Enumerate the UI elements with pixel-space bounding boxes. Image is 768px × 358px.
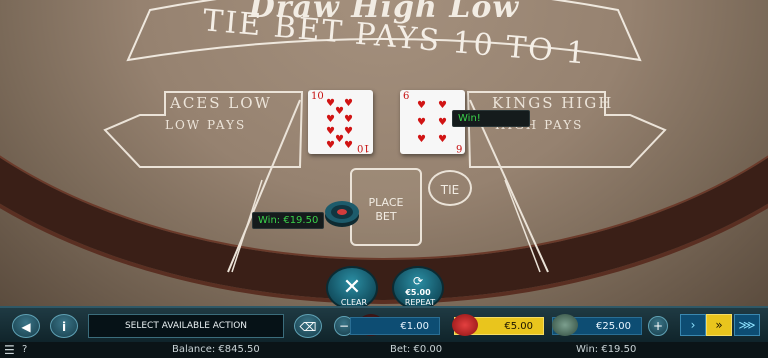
card-win-tag: Win! <box>452 110 530 127</box>
repeat-value: €5.00 <box>405 288 431 297</box>
heart-pip-icon: ♥ <box>326 140 335 151</box>
status-bar: ☰ ? Balance: €845.50 Bet: €0.00 Win: €19… <box>0 342 768 358</box>
left-zone-heading: ACES LOW <box>170 94 272 112</box>
deal-next-button[interactable]: › <box>680 314 706 336</box>
help-icon[interactable]: ? <box>22 342 27 358</box>
heart-pip-icon: ♥ <box>335 106 344 117</box>
card-rank: 10 <box>357 142 370 153</box>
left-zone-sub: LOW PAYS <box>165 118 247 132</box>
heart-pip-icon: ♥ <box>344 140 353 151</box>
heart-pip-icon: ♥ <box>344 98 353 109</box>
speaker-icon: ◀ <box>21 320 31 334</box>
control-bar: ◀ i SELECT AVAILABLE ACTION ⌫ − €1.00 €5… <box>0 306 768 344</box>
minus-icon: − <box>338 319 350 333</box>
bet-chip-icon <box>325 201 359 227</box>
heart-pip-icon: ♥ <box>417 100 426 111</box>
card-rank: 6 <box>403 91 410 102</box>
card-rank: 10 <box>311 91 324 102</box>
action-message: SELECT AVAILABLE ACTION <box>88 314 284 338</box>
chip-win-tag: Win: €19.50 <box>252 212 325 229</box>
heart-pip-icon: ♥ <box>417 134 426 145</box>
heart-pip-icon: ♥ <box>326 98 335 109</box>
stake-option[interactable]: €1.00 <box>350 317 440 335</box>
info-button[interactable]: i <box>50 314 78 338</box>
heart-pip-icon: ♥ <box>326 126 335 137</box>
win-readout: Win: €19.50 <box>576 344 637 355</box>
clear-button[interactable]: ✕ CLEAR <box>326 266 378 310</box>
heart-pip-icon: ♥ <box>438 117 447 128</box>
card-rank: 6 <box>455 142 462 153</box>
auto-play-button[interactable]: ⋙ <box>734 314 760 336</box>
menu-icon[interactable]: ☰ <box>4 342 15 358</box>
heart-pip-icon: ♥ <box>326 114 335 125</box>
repeat-icon: ⟳ <box>412 274 424 288</box>
heart-pip-icon: ♥ <box>344 114 353 125</box>
increase-stake-button[interactable]: + <box>648 316 668 336</box>
triple-chevron-icon: ⋙ <box>738 318 756 332</box>
heart-pip-icon: ♥ <box>335 134 344 145</box>
bet-readout: Bet: €0.00 <box>390 344 443 355</box>
fast-play-button[interactable]: » <box>706 314 732 336</box>
balance-readout: Balance: €845.50 <box>172 344 260 355</box>
repeat-button[interactable]: ⟳ €5.00 REPEAT <box>392 266 444 310</box>
info-icon: i <box>61 320 67 334</box>
heart-pip-icon: ♥ <box>417 117 426 128</box>
heart-pip-icon: ♥ <box>438 134 447 145</box>
clear-bets-button[interactable]: ⌫ <box>294 314 322 338</box>
chevron-right-icon: › <box>690 318 696 332</box>
tie-bet-spot[interactable]: TIE <box>428 170 472 206</box>
chip-icon <box>452 314 478 336</box>
heart-pip-icon: ♥ <box>438 100 447 111</box>
place-bet-spot[interactable]: PLACE BET <box>350 168 422 246</box>
sound-button[interactable]: ◀ <box>12 314 40 338</box>
plus-icon: + <box>652 319 664 333</box>
chip-icon <box>552 314 578 336</box>
card-ten-hearts: 10 10 ♥ ♥ ♥ ♥ ♥ ♥ ♥ ♥ ♥ ♥ <box>308 90 373 154</box>
game-table: Draw High Low TIE BET PAYS 10 TO 1 ACES … <box>0 0 768 312</box>
heart-pip-icon: ♥ <box>344 126 353 137</box>
clear-stack-icon: ⌫ <box>299 320 317 334</box>
double-chevron-icon: » <box>715 318 723 332</box>
close-icon: ✕ <box>342 275 362 300</box>
